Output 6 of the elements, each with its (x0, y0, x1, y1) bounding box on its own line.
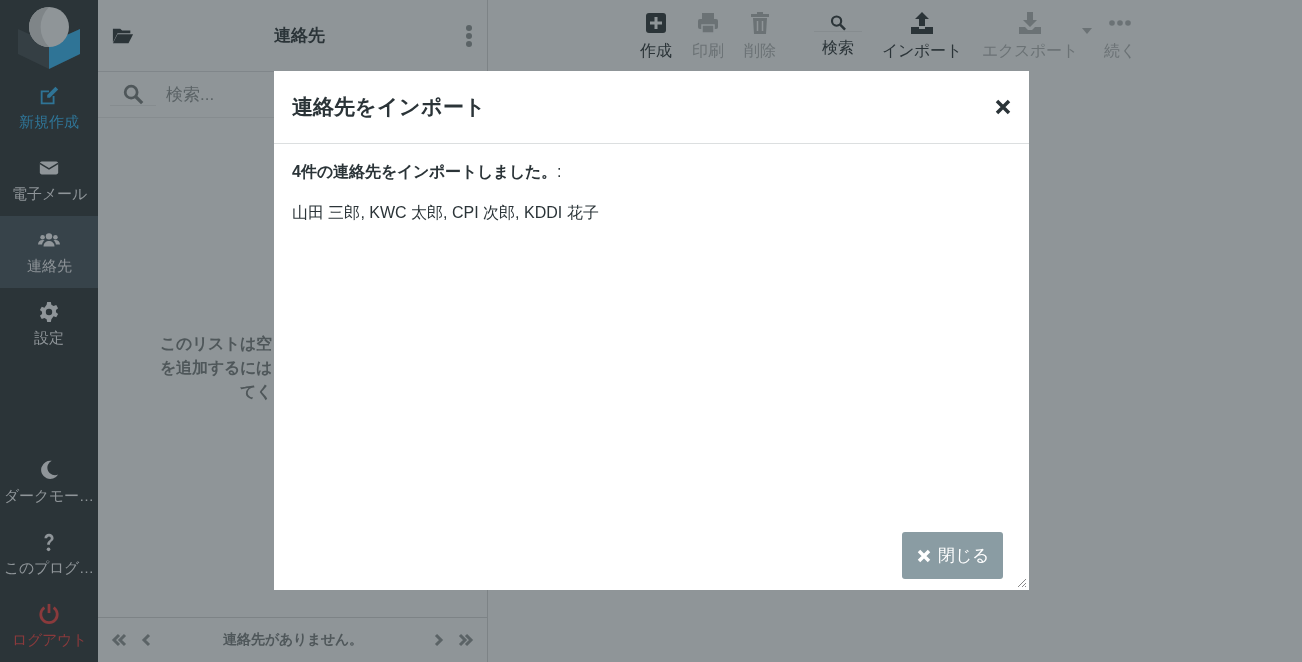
dialog-title: 連絡先をインポート (292, 94, 487, 120)
import-message: 4件の連絡先をインポートしました。: (292, 162, 563, 182)
list-status: 連絡先がありません。 (221, 631, 364, 649)
panel-title: 連絡先 (273, 25, 326, 47)
empty-list-message: このリストは空 を追加するには てく (160, 333, 272, 402)
imported-names: 山田 三郎, KWC 太郎, CPI 次郎, KDDI 花子 (292, 203, 600, 223)
